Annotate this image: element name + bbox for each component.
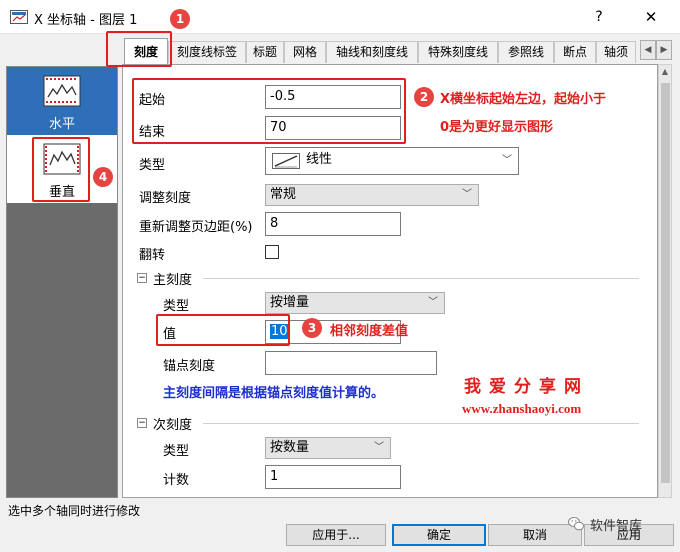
rescale-margin-input[interactable]: 8	[265, 212, 401, 236]
scrollbar-thumb[interactable]	[661, 83, 670, 483]
apply-to-button[interactable]: 应用于...	[286, 524, 386, 546]
tab-reference-lines[interactable]: 参照线	[498, 41, 554, 63]
reverse-label: 翻转	[139, 248, 166, 263]
axis-list-panel: 水平 垂直	[6, 66, 118, 498]
content-scrollbar[interactable]: ▲	[658, 64, 672, 498]
close-button[interactable]: ✕	[640, 6, 662, 28]
ok-button[interactable]: 确定	[392, 524, 486, 546]
reverse-checkbox[interactable]	[265, 245, 279, 259]
annotation-note-range-line1: X横坐标起始左边，起始小于	[440, 92, 607, 107]
major-ticks-collapse-toggle[interactable]: −	[137, 273, 147, 283]
window-title: X 坐标轴 - 图层 1	[34, 13, 138, 28]
chevron-down-icon: ﹀	[428, 297, 438, 308]
axis-item-horizontal[interactable]: 水平	[7, 67, 117, 135]
rescale-margin-label: 重新调整页边距(%)	[139, 220, 253, 235]
app-icon	[10, 10, 28, 24]
anchor-tick-input[interactable]	[265, 351, 437, 375]
tab-special-ticks[interactable]: 特殊刻度线	[418, 41, 498, 63]
title-bar: X 坐标轴 - 图层 1 ? ✕	[0, 0, 680, 34]
tab-scroll-right-button[interactable]: ▶	[656, 40, 672, 60]
tab-title[interactable]: 标题	[246, 41, 284, 63]
annotation-box-vertical-axis	[32, 137, 90, 202]
tab-grids[interactable]: 网格	[284, 41, 326, 63]
major-ticks-divider	[203, 278, 639, 279]
minor-count-input[interactable]: 1	[265, 465, 401, 489]
chevron-down-icon: ﹀	[462, 189, 472, 200]
tab-scroll-arrows: ◀ ▶	[640, 40, 672, 60]
minor-ticks-collapse-toggle[interactable]: −	[137, 418, 147, 428]
annotation-badge-3: 3	[302, 318, 322, 338]
annotation-badge-1: 1	[170, 9, 190, 29]
chevron-down-icon: ﹀	[502, 155, 512, 166]
scale-type-dropdown[interactable]: 线性 ﹀	[265, 147, 519, 175]
rescale-dropdown[interactable]: 常规 ﹀	[265, 184, 479, 206]
scroll-up-arrow-icon[interactable]: ▲	[659, 67, 671, 79]
horizontal-axis-icon	[43, 75, 81, 107]
scale-type-value: 线性	[306, 152, 333, 167]
linear-scale-icon	[272, 153, 300, 169]
minor-type-label: 类型	[163, 444, 190, 459]
tab-line-and-ticks[interactable]: 轴线和刻度线	[326, 41, 418, 63]
major-type-dropdown[interactable]: 按增量 ﹀	[265, 292, 445, 314]
wechat-icon	[568, 517, 584, 531]
minor-ticks-section-title: 次刻度	[153, 418, 193, 433]
axis-item-label: 水平	[48, 117, 75, 132]
tab-rug[interactable]: 轴须	[596, 41, 636, 63]
annotation-badge-4: 4	[93, 167, 113, 187]
minor-type-value: 按数量	[270, 440, 310, 455]
major-ticks-section-title: 主刻度	[153, 273, 193, 288]
annotation-box-major-value	[156, 314, 290, 346]
anchor-tick-label: 锚点刻度	[163, 359, 216, 374]
annotation-badge-2: 2	[414, 87, 434, 107]
major-type-value: 按增量	[270, 295, 310, 310]
annotation-box-from-to	[132, 78, 406, 144]
tab-scroll-left-button[interactable]: ◀	[640, 40, 656, 60]
annotation-note-tick-increment: 相邻刻度差值	[330, 324, 409, 339]
tab-tick-labels[interactable]: 刻度线标签	[168, 41, 246, 63]
tab-strip: 刻度 刻度线标签 标题 网格 轴线和刻度线 特殊刻度线 参照线 断点 轴须	[122, 38, 636, 64]
tab-scale[interactable]: 刻度	[124, 38, 168, 64]
chevron-down-icon: ﹀	[374, 442, 384, 453]
status-text: 选中多个轴同时进行修改	[8, 504, 141, 518]
tab-breaks[interactable]: 断点	[554, 41, 596, 63]
watermark-url: www.zhanshaoyi.com	[462, 401, 582, 416]
minor-ticks-divider	[203, 423, 639, 424]
annotation-note-range-line2: 0是为更好显示图形	[440, 120, 554, 135]
minor-count-label: 计数	[163, 473, 190, 488]
scale-type-label: 类型	[139, 158, 166, 173]
minor-type-dropdown[interactable]: 按数量 ﹀	[265, 437, 391, 459]
watermark-site-name: 我爱分享网	[464, 377, 589, 397]
rescale-value: 常规	[270, 187, 297, 202]
help-button[interactable]: ?	[588, 6, 610, 28]
major-ticks-info: 主刻度间隔是根据锚点刻度值计算的。	[163, 386, 385, 401]
rescale-label: 调整刻度	[139, 191, 192, 206]
wechat-watermark-text: 软件智库	[590, 519, 643, 534]
major-type-label: 类型	[163, 299, 190, 314]
